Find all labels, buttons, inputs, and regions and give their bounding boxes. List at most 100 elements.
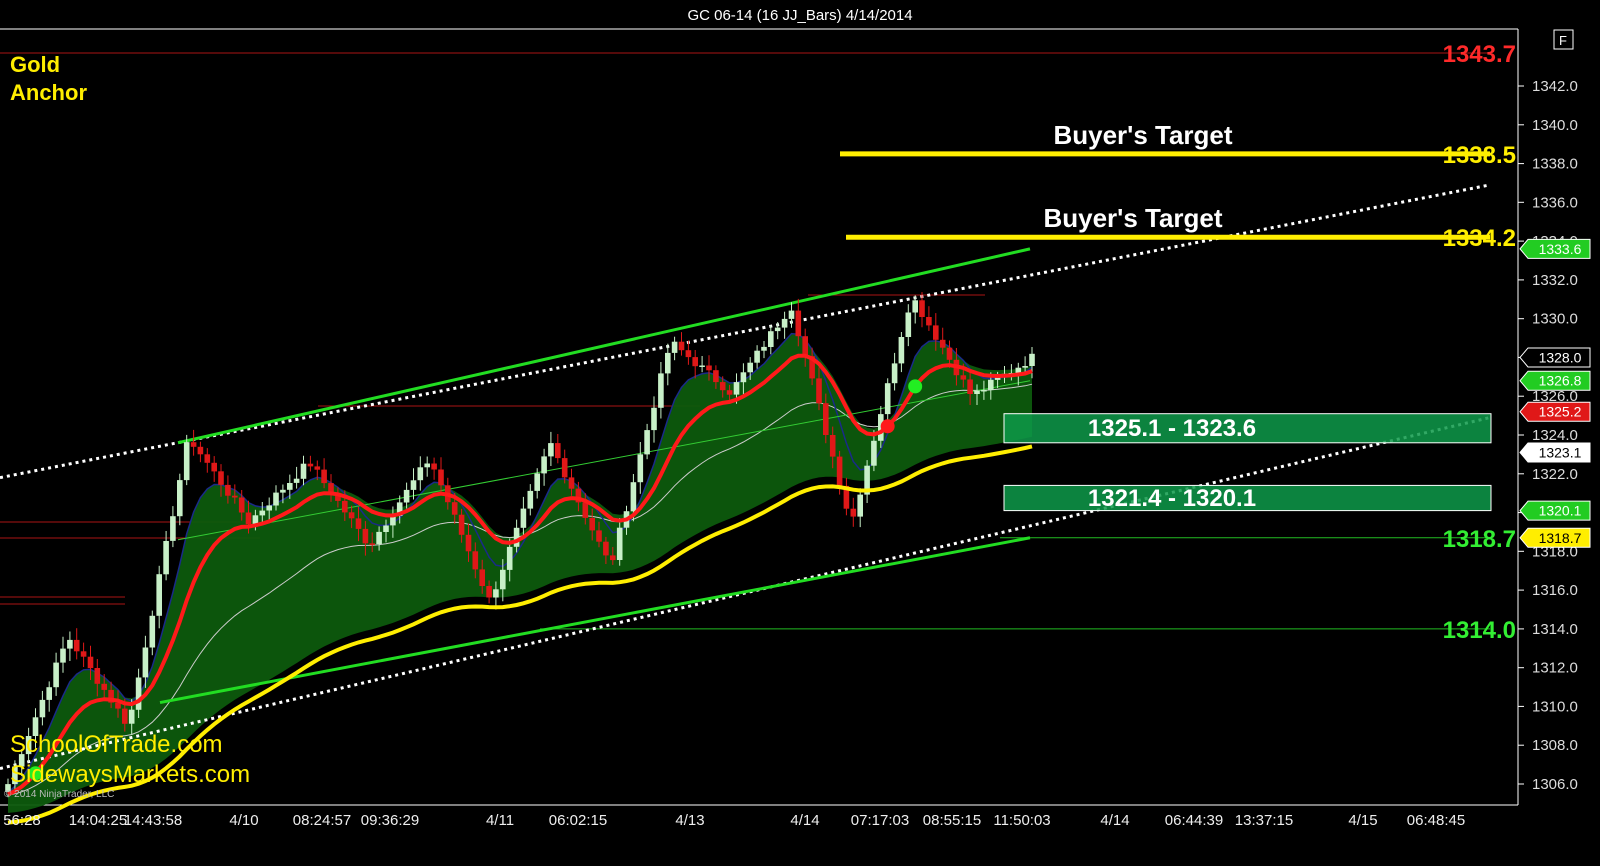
sell-signal-dot <box>880 419 895 434</box>
bar-down <box>355 518 362 529</box>
bar-down <box>802 336 808 357</box>
x-tick-label: 4/14 <box>1100 812 1129 829</box>
x-tick-label: 4/11 <box>486 812 514 829</box>
bar-up <box>630 482 637 512</box>
bar-down <box>582 502 589 518</box>
bar-up <box>884 383 891 415</box>
bar-up <box>774 327 781 332</box>
bar-down <box>94 668 101 684</box>
y-tick-label: 1322.0 <box>1532 466 1578 483</box>
bar-up <box>53 662 59 688</box>
bar-down <box>438 469 444 486</box>
bar-down <box>122 708 128 724</box>
watermark-line-2: Anchor <box>10 80 87 105</box>
bar-up <box>658 373 664 408</box>
x-tick-label: 13:37:15 <box>1235 812 1293 829</box>
bar-down <box>87 656 94 669</box>
level-value-1334.2: 1334.2 <box>1443 225 1516 252</box>
bar-down <box>307 463 314 467</box>
bar-down <box>795 310 802 337</box>
bar-down <box>232 495 238 498</box>
x-tick-label: 14:04:25 <box>69 812 127 829</box>
bar-up <box>60 648 66 663</box>
bar-down <box>589 518 595 531</box>
bar-down <box>218 471 224 485</box>
bar-down <box>73 639 80 652</box>
bar-up <box>981 390 987 392</box>
bar-up <box>871 440 877 466</box>
bar-up <box>128 709 135 724</box>
bar-up <box>135 677 142 710</box>
bar-down <box>850 508 857 517</box>
bar-down <box>238 497 245 513</box>
bar-down <box>458 514 465 535</box>
x-tick-label: 4/13 <box>675 812 704 829</box>
bar-up <box>898 337 905 364</box>
bar-down <box>369 543 375 545</box>
bar-up <box>637 454 644 483</box>
bar-down <box>204 454 211 463</box>
bar-up <box>733 382 740 395</box>
bar-up <box>754 350 760 363</box>
bar-up <box>67 639 73 649</box>
y-tick-label: 1324.0 <box>1532 427 1578 444</box>
bar-up <box>988 379 994 390</box>
bar-up <box>300 463 307 479</box>
bar-up <box>293 478 300 483</box>
bar-up <box>493 589 499 598</box>
bar-down <box>211 462 217 472</box>
bar-up <box>651 407 657 431</box>
branding-line-2[interactable]: SidewaysMarkets.com <box>10 761 250 788</box>
bar-up <box>891 363 898 384</box>
bar-up <box>403 489 410 503</box>
bar-down <box>362 528 369 544</box>
bar-up <box>383 525 389 532</box>
bar-down <box>816 378 822 404</box>
bar-up <box>170 516 176 541</box>
bar-up <box>527 490 534 509</box>
bar-down <box>314 466 321 470</box>
bar-up <box>548 443 554 457</box>
bar-up <box>1022 366 1028 368</box>
bar-up <box>177 480 183 517</box>
corner-label[interactable]: F <box>1559 33 1567 48</box>
bar-up <box>912 300 918 313</box>
bar-up <box>974 390 980 394</box>
price-chart: GC 06-14 (16 JJ_Bars) 4/14/2014 F 1325.1… <box>0 0 1600 866</box>
x-tick-label: 4/10 <box>229 812 258 829</box>
bar-up <box>534 473 540 491</box>
bar-up <box>183 442 190 481</box>
y-tick-label: 1306.0 <box>1532 776 1578 793</box>
bar-down <box>225 484 231 496</box>
buyers-target-label: Buyer's Target <box>1043 203 1222 233</box>
bar-down <box>342 500 348 513</box>
bar-up <box>788 310 795 319</box>
bar-up <box>280 489 286 493</box>
bar-up <box>417 467 424 481</box>
bar-down <box>919 300 925 317</box>
bar-up <box>671 341 678 353</box>
y-tick-label: 1316.0 <box>1532 582 1578 599</box>
bar-up <box>266 505 272 511</box>
price-tag-label: 1328.0 <box>1539 349 1582 365</box>
branding-line-1[interactable]: SchoolOfTrade.com <box>10 731 223 758</box>
x-tick-label: 14:43:58 <box>124 812 182 829</box>
y-tick-label: 1340.0 <box>1532 117 1578 134</box>
y-tick-label: 1310.0 <box>1532 698 1578 715</box>
bar-up <box>424 463 430 468</box>
y-tick-label: 1342.0 <box>1532 78 1578 95</box>
y-tick-label: 1330.0 <box>1532 311 1578 328</box>
bar-up <box>513 527 520 547</box>
bar-up <box>616 527 623 560</box>
bar-up <box>747 362 753 373</box>
bar-down <box>486 586 492 598</box>
demand-zone-label-1: 1325.1 - 1323.6 <box>1088 415 1256 442</box>
x-tick-label: 4/15 <box>1348 812 1377 829</box>
bar-up <box>905 312 912 337</box>
demand-zone-label-2: 1321.4 - 1320.1 <box>1088 485 1256 512</box>
bar-down <box>348 512 355 519</box>
bar-up <box>163 541 169 575</box>
bar-up <box>500 569 506 590</box>
bar-down <box>946 347 953 360</box>
bar-down <box>465 534 472 552</box>
